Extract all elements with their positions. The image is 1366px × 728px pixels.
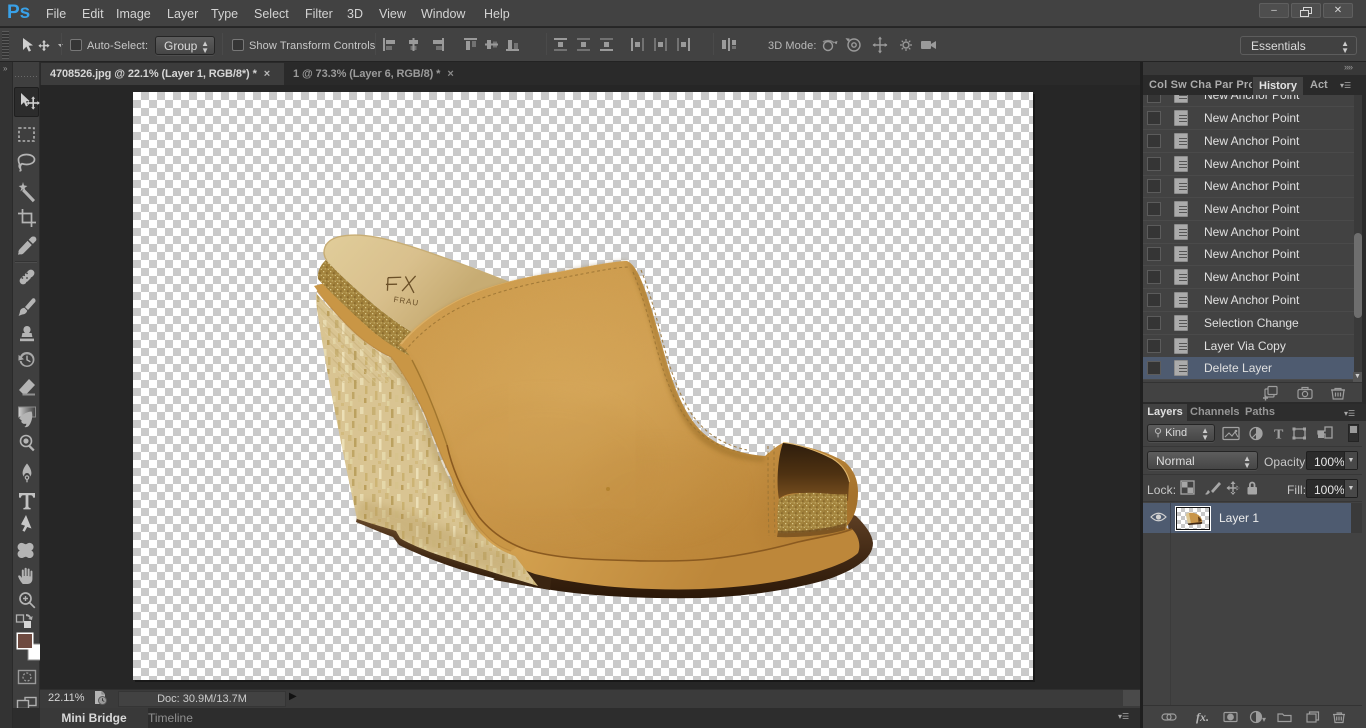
- svg-text:▾: ▾: [1262, 715, 1266, 724]
- svg-text:T: T: [1274, 428, 1284, 443]
- svg-text:fx.: fx.: [1196, 710, 1209, 724]
